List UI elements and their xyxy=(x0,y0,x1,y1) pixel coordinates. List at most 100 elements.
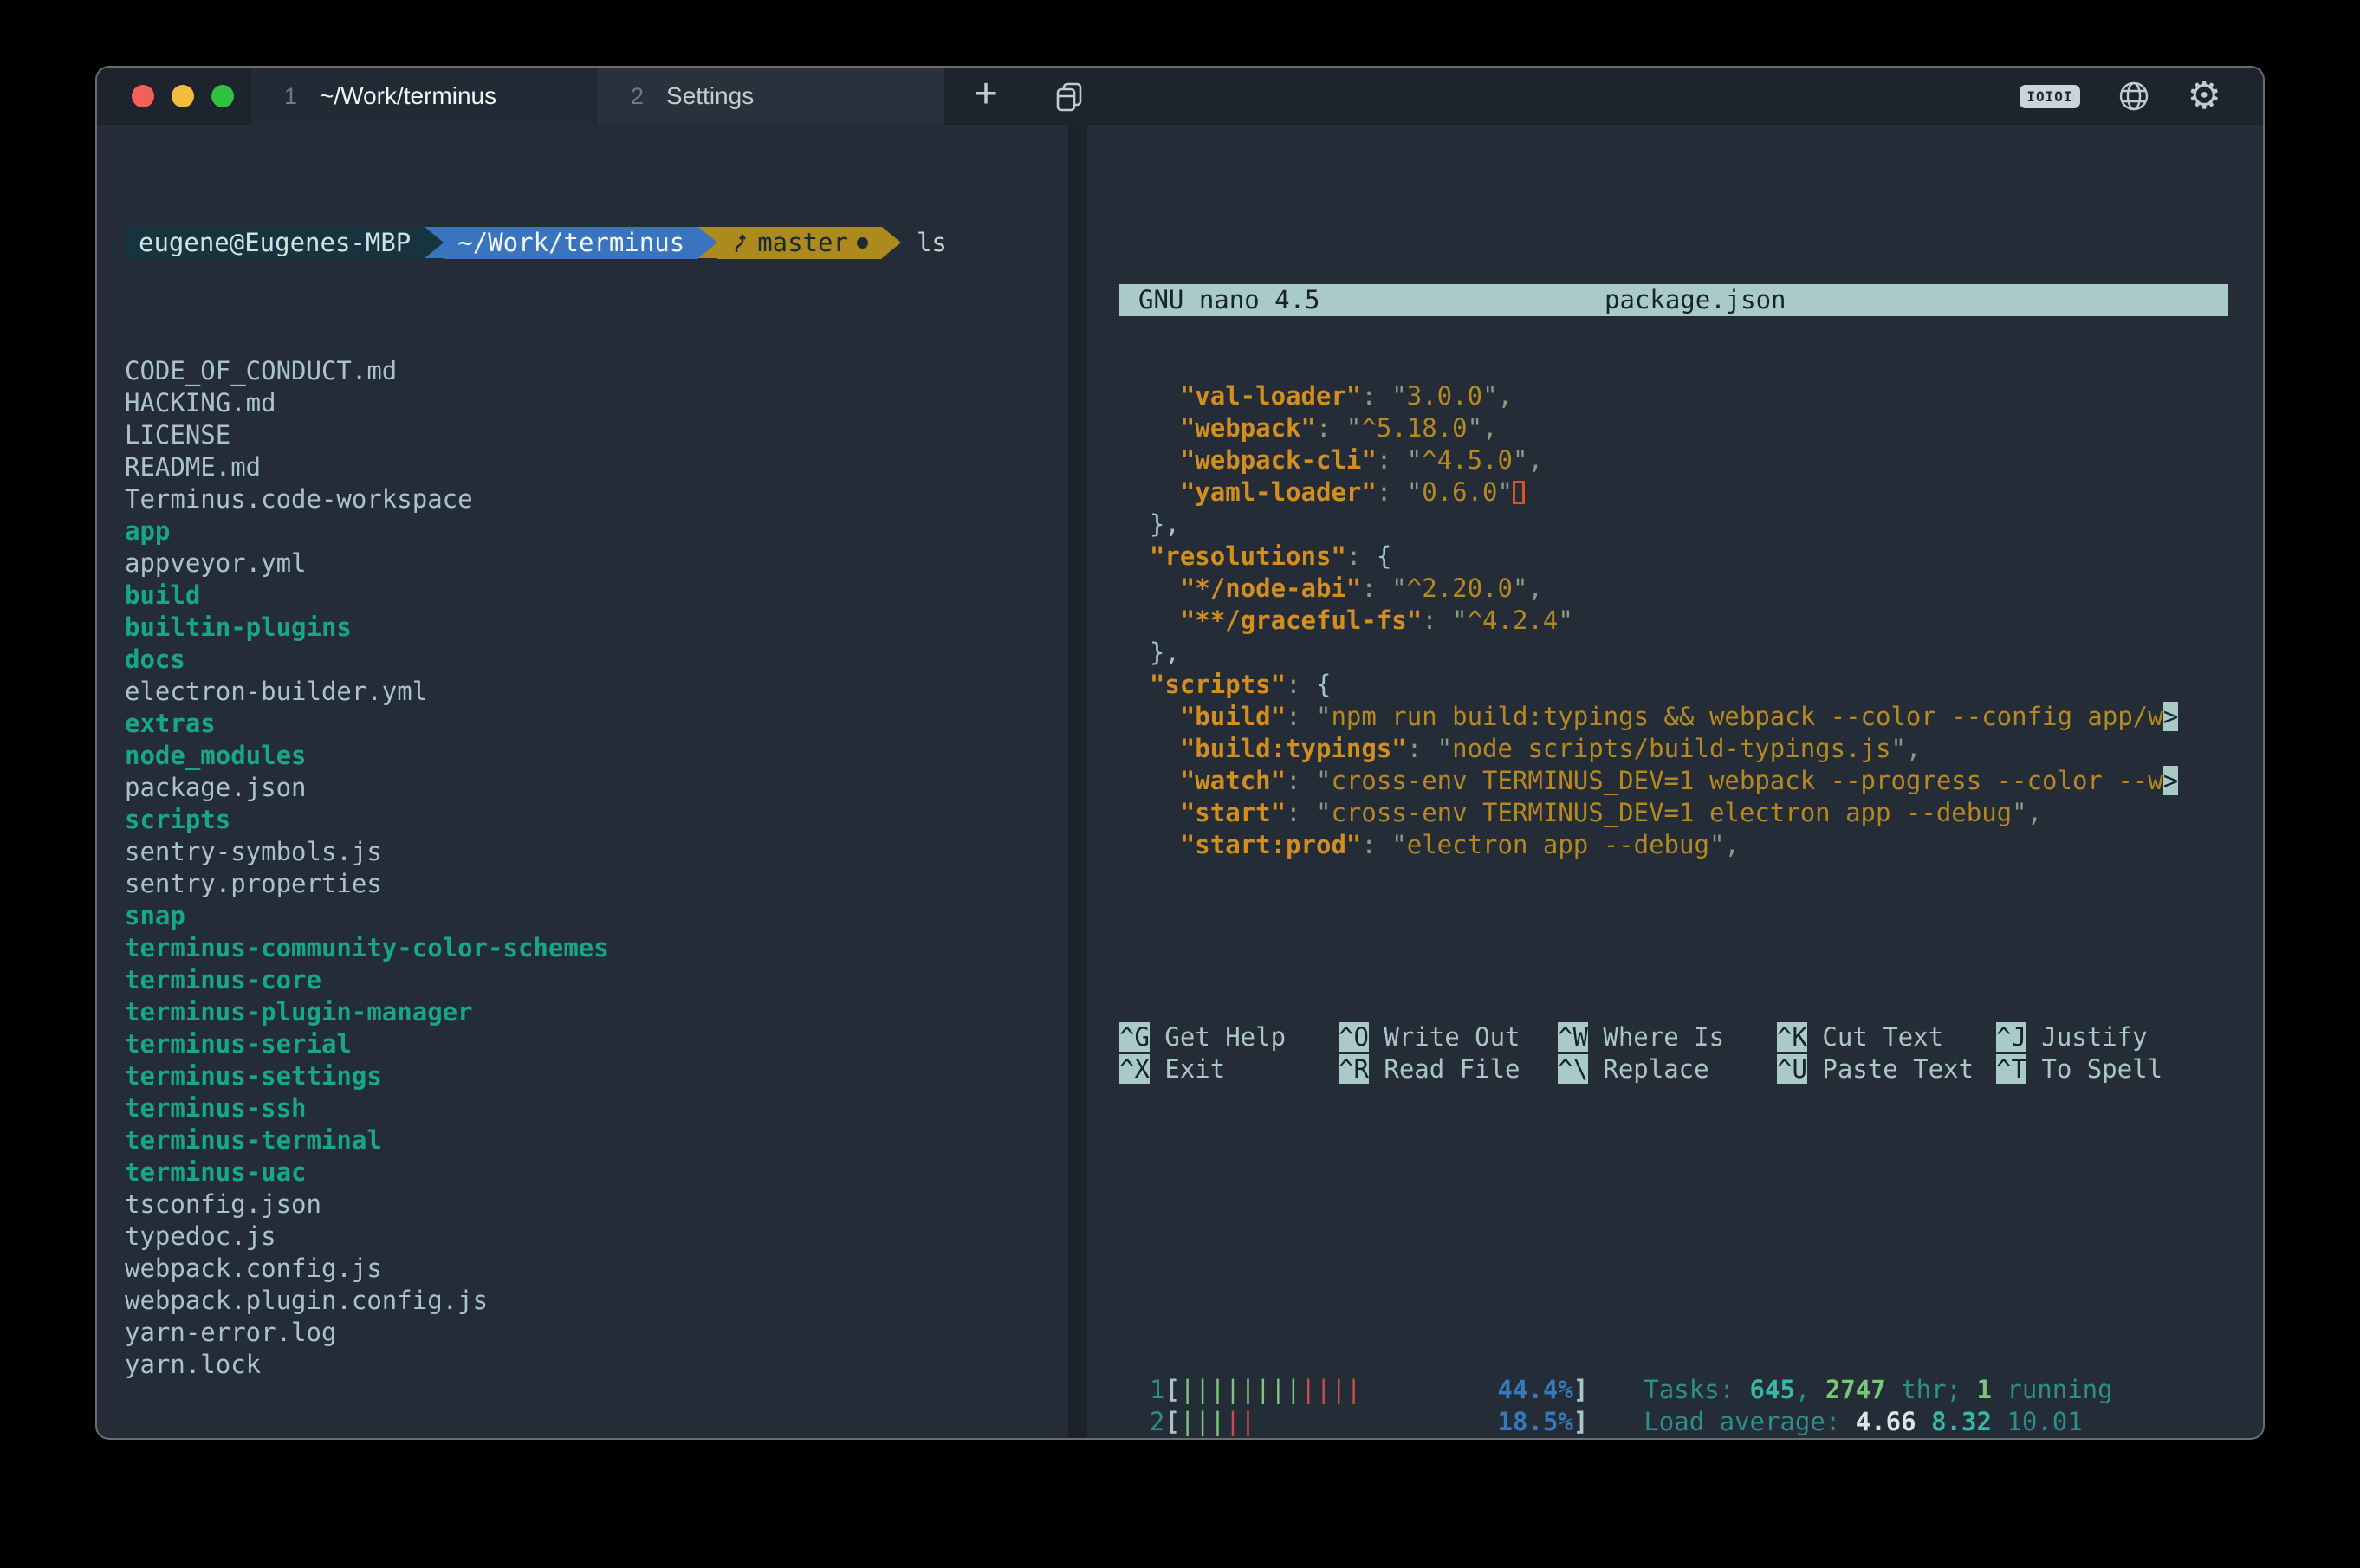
nano-line: "build:typings": "node scripts/build-typ… xyxy=(1119,733,2228,765)
powerline-arrow xyxy=(425,227,444,258)
prompt-user-segment: eugene@Eugenes-MBP xyxy=(125,227,425,259)
ls-entry-file: Terminus.code-workspace xyxy=(125,483,1068,515)
nano-cursor xyxy=(1513,481,1525,504)
ls-output: CODE_OF_CONDUCT.mdHACKING.mdLICENSEREADM… xyxy=(125,355,1068,1381)
nano-shortcut-key: ^G xyxy=(1119,1022,1150,1052)
serial-port-icon[interactable]: IOIOI xyxy=(2020,85,2079,108)
ls-entry-directory: terminus-ssh xyxy=(125,1092,1068,1124)
minimize-window-button[interactable] xyxy=(172,85,194,107)
htop-meter-line: 1[|||||||||||| 44.4%] xyxy=(1119,1374,1588,1406)
new-window-button[interactable] xyxy=(1028,68,1111,125)
nano-shortcut: ^X Exit xyxy=(1119,1053,1339,1085)
terminal-window: 1 ~/Work/terminus 2 Settings + IOIOI xyxy=(97,68,2263,1438)
nano-line: "resolutions": { xyxy=(1119,541,2228,573)
traffic-lights xyxy=(97,68,251,125)
ls-entry-file: sentry.properties xyxy=(125,868,1068,900)
maximize-window-button[interactable] xyxy=(211,85,234,107)
nano-shortcut-label: Write Out xyxy=(1369,1022,1520,1052)
nano-line: "scripts": { xyxy=(1119,669,2228,701)
nano-line: "**/graceful-fs": "^4.2.4" xyxy=(1119,605,2228,637)
nano-shortcut-key: ^J xyxy=(1996,1022,2026,1052)
nano-editor: GNU nano 4.5 package.json "val-loader": … xyxy=(1119,220,2228,1150)
htop-meter-line: 2[||||| 18.5%] xyxy=(1119,1406,1588,1438)
nano-line: "start": "cross-env TERMINUS_DEV=1 elect… xyxy=(1119,797,2228,829)
nano-shortcut-label: Get Help xyxy=(1150,1022,1286,1052)
typed-command: ls xyxy=(917,227,947,259)
nano-buffer: "val-loader": "3.0.0", "webpack": "^5.18… xyxy=(1119,380,2228,861)
nano-shortcut: ^R Read File xyxy=(1339,1053,1558,1085)
settings-gear-icon[interactable]: ⚙ xyxy=(2188,77,2221,115)
ls-entry-file: appveyor.yml xyxy=(125,548,1068,580)
nano-filename: package.json xyxy=(1605,284,1786,316)
nano-shortcut-key: ^\ xyxy=(1558,1054,1588,1084)
tab-index: 1 xyxy=(284,83,297,110)
ls-entry-file: yarn.lock xyxy=(125,1349,1068,1381)
nano-shortcut-label: Paste Text xyxy=(1807,1054,1974,1084)
htop-stats-line: Tasks: 645, 2747 thr; 1 running xyxy=(1644,1374,2112,1406)
nano-shortcut: ^U Paste Text xyxy=(1777,1053,1996,1085)
nano-shortcut: ^J Justify xyxy=(1996,1021,2215,1053)
htop-view: 1[|||||||||||| 44.4%] 2[||||| 18.5%] 3[|… xyxy=(1119,1310,2228,1438)
ls-entry-directory: terminus-settings xyxy=(125,1060,1068,1092)
shell-prompt: eugene@Eugenes-MBP ~/Work/terminus maste… xyxy=(125,227,1068,259)
nano-shortcut-label: Replace xyxy=(1588,1054,1709,1084)
ls-entry-directory: build xyxy=(125,580,1068,612)
toolbar-icons: IOIOI ⚙ xyxy=(2020,68,2263,125)
nano-blank-line xyxy=(1119,925,2228,957)
ls-entry-directory: app xyxy=(125,515,1068,548)
ls-entry-file: README.md xyxy=(125,451,1068,483)
nano-shortcut: ^K Cut Text xyxy=(1777,1021,1996,1053)
pane-divider[interactable] xyxy=(1068,125,1087,1438)
htop-stats-line: Load average: 4.66 8.32 10.01 xyxy=(1644,1406,2112,1438)
ls-entry-directory: terminus-serial xyxy=(125,1028,1068,1060)
new-tab-button[interactable]: + xyxy=(944,68,1028,125)
nano-shortcut: ^G Get Help xyxy=(1119,1021,1339,1053)
nano-shortcut-label: Read File xyxy=(1369,1054,1520,1084)
nano-line: }, xyxy=(1119,509,2228,541)
close-window-button[interactable] xyxy=(132,85,154,107)
terminal-pane-right[interactable]: GNU nano 4.5 package.json "val-loader": … xyxy=(1087,125,2263,1438)
nano-shortcut: ^W Where Is xyxy=(1558,1021,1777,1053)
nano-line: "*/node-abi": "^2.20.0", xyxy=(1119,573,2228,605)
nano-line: "yaml-loader": "0.6.0" xyxy=(1119,476,2228,509)
htop-header-area: 1[|||||||||||| 44.4%] 2[||||| 18.5%] 3[|… xyxy=(1119,1374,2228,1438)
nano-shortcut-label: To Spell xyxy=(2026,1054,2162,1084)
nano-shortcut-key: ^U xyxy=(1777,1054,1807,1084)
nano-shortcut-key: ^O xyxy=(1339,1022,1369,1052)
ls-entry-file: typedoc.js xyxy=(125,1221,1068,1253)
ls-entry-directory: builtin-plugins xyxy=(125,612,1068,644)
git-branch-icon xyxy=(731,231,749,256)
ls-entry-directory: terminus-terminal xyxy=(125,1124,1068,1157)
ls-entry-file: tsconfig.json xyxy=(125,1189,1068,1221)
nano-shortcut-key: ^K xyxy=(1777,1022,1807,1052)
htop-stats: Tasks: 645, 2747 thr; 1 runningLoad aver… xyxy=(1644,1374,2112,1438)
nano-shortcut: ^O Write Out xyxy=(1339,1021,1558,1053)
nano-shortcut-key: ^W xyxy=(1558,1022,1588,1052)
globe-icon[interactable] xyxy=(2117,79,2151,113)
ls-entry-file: yarn-error.log xyxy=(125,1317,1068,1349)
powerline-arrow xyxy=(698,227,717,258)
powerline-arrow xyxy=(882,227,901,258)
nano-line: "webpack": "^5.18.0", xyxy=(1119,412,2228,444)
split-view: eugene@Eugenes-MBP ~/Work/terminus maste… xyxy=(97,125,2263,1438)
git-dirty-dot xyxy=(857,237,868,249)
tab-settings[interactable]: 2 Settings xyxy=(598,68,944,125)
duplicate-window-icon xyxy=(1053,80,1086,113)
tabbar-spacer xyxy=(1111,68,2020,125)
ls-entry-file: CODE_OF_CONDUCT.md xyxy=(125,355,1068,387)
plus-icon: + xyxy=(974,74,998,115)
nano-shortcut-label: Justify xyxy=(2026,1022,2148,1052)
tab-index: 2 xyxy=(631,83,644,110)
ls-entry-directory: extras xyxy=(125,708,1068,740)
tab-title: ~/Work/terminus xyxy=(320,82,496,110)
tab-work-terminus[interactable]: 1 ~/Work/terminus xyxy=(251,68,598,125)
terminal-pane-left[interactable]: eugene@Eugenes-MBP ~/Work/terminus maste… xyxy=(97,125,1068,1438)
ls-entry-directory: docs xyxy=(125,644,1068,676)
nano-shortcut-bar: ^G Get Help^O Write Out^W Where Is^K Cut… xyxy=(1119,1021,2228,1085)
ls-entry-directory: terminus-core xyxy=(125,964,1068,996)
ls-entry-directory: snap xyxy=(125,900,1068,932)
nano-shortcut: ^T To Spell xyxy=(1996,1053,2215,1085)
nano-shortcut-label: Cut Text xyxy=(1807,1022,1943,1052)
ls-entry-directory: node_modules xyxy=(125,740,1068,772)
nano-app-title: GNU nano 4.5 xyxy=(1138,284,1320,316)
